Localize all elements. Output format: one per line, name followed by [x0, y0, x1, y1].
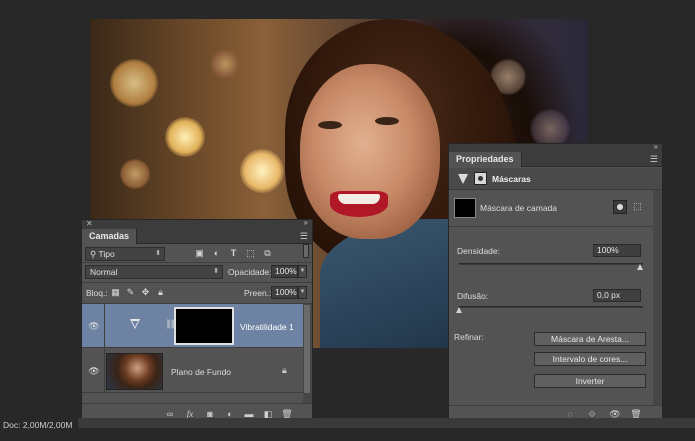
fill-dropdown-icon[interactable]: ▼: [298, 286, 307, 299]
panel-menu-icon[interactable]: ☰: [650, 154, 658, 165]
properties-scrollbar[interactable]: [653, 190, 662, 408]
panel-title-bar[interactable]: ✕ »: [82, 218, 312, 229]
refine-label: Refinar:: [454, 332, 484, 342]
properties-title: Máscaras: [492, 174, 531, 184]
close-icon[interactable]: ✕: [86, 219, 93, 229]
divider: [104, 304, 105, 347]
tab-bar: Propriedades ☰: [449, 152, 662, 167]
smart-object-filter-icon[interactable]: ⧉: [262, 248, 273, 259]
feather-slider-thumb[interactable]: [456, 307, 462, 313]
scrollbar-thumb[interactable]: [304, 305, 310, 393]
properties-header: Máscaras: [449, 168, 662, 190]
layer-name[interactable]: Plano de Fundo: [171, 367, 231, 377]
document-size-status: Doc: 2,00M/2,00M: [3, 420, 73, 430]
vector-mask-icon[interactable]: ⬚: [632, 201, 643, 212]
divider: [82, 262, 312, 263]
density-slider[interactable]: [459, 263, 643, 265]
mask-icon: [474, 172, 487, 185]
tab-bar: Camadas ☰: [82, 229, 312, 244]
bokeh-light: [210, 49, 240, 79]
layer-thumbnail[interactable]: [106, 353, 163, 390]
collapse-icon[interactable]: »: [654, 142, 658, 151]
mask-label: Máscara de camada: [480, 203, 558, 213]
horizontal-scrollbar[interactable]: [78, 418, 695, 428]
tab-layers[interactable]: Camadas: [82, 229, 138, 244]
lock-brush-icon[interactable]: ✎: [125, 287, 136, 298]
bokeh-light: [165, 117, 205, 157]
properties-panel: » Propriedades ☰ Máscaras Máscara de cam…: [448, 142, 663, 423]
pixel-mask-button[interactable]: [613, 200, 627, 214]
layer-row[interactable]: 👁︎ Plano de Fundo 🔒︎: [82, 349, 303, 393]
bokeh-light: [240, 149, 284, 193]
panel-menu-icon[interactable]: ☰: [300, 231, 308, 242]
layer-mask-thumbnail[interactable]: [174, 307, 234, 345]
panel-title-bar[interactable]: »: [449, 142, 662, 152]
layer-row[interactable]: 👁︎ ⛓︎ Vibratilidade 1: [82, 304, 303, 348]
bokeh-light: [110, 59, 158, 107]
divider: [82, 282, 312, 283]
subject-eye: [318, 121, 342, 129]
bokeh-light: [120, 159, 150, 189]
density-label: Densidade:: [457, 246, 501, 256]
lock-icon: 🔒︎: [282, 365, 287, 375]
collapse-icon[interactable]: »: [304, 218, 308, 227]
filter-value: Tipo: [98, 249, 115, 259]
layers-scrollbar[interactable]: [303, 304, 312, 405]
vibrance-adjustment-icon: [458, 174, 468, 184]
shape-filter-icon[interactable]: ⬚: [245, 248, 256, 259]
filter-toggle-switch[interactable]: [303, 244, 309, 258]
tab-properties[interactable]: Propriedades: [449, 152, 522, 167]
fill-field[interactable]: 100%: [271, 286, 298, 299]
layer-name[interactable]: Vibratilidade 1: [240, 322, 294, 332]
fill-label: Preen.:: [244, 288, 272, 298]
color-range-button[interactable]: Intervalo de cores...: [534, 352, 646, 366]
adjustment-filter-icon[interactable]: ◐: [211, 248, 222, 259]
subject-eye: [375, 117, 399, 125]
density-slider-thumb[interactable]: [637, 264, 643, 270]
search-icon: ⚲: [90, 249, 97, 259]
dropdown-arrow-icon: ⬍: [213, 268, 219, 275]
lock-transparent-icon[interactable]: ▦: [110, 287, 121, 298]
lock-move-icon[interactable]: ✥: [140, 287, 151, 298]
blend-mode-value: Normal: [90, 267, 118, 277]
opacity-label: Opacidade:: [228, 267, 272, 277]
layer-filter-select[interactable]: ⚲ Tipo ⬍: [85, 247, 165, 261]
visibility-eye-icon[interactable]: 👁︎: [88, 321, 100, 331]
mask-edge-button[interactable]: Máscara de Aresta...: [534, 332, 646, 346]
feather-slider[interactable]: [459, 306, 643, 308]
lock-all-icon[interactable]: 🔒︎: [155, 287, 166, 298]
lock-label: Bloq.:: [86, 288, 108, 298]
vibrance-adjustment-icon-inner: [132, 321, 138, 327]
type-filter-icon[interactable]: T: [228, 248, 239, 259]
opacity-field[interactable]: 100%: [271, 265, 298, 278]
mask-thumbnail[interactable]: [454, 198, 476, 218]
image-filter-icon[interactable]: ▣: [194, 248, 205, 259]
divider: [104, 349, 105, 392]
visibility-eye-icon[interactable]: 👁︎: [88, 366, 100, 376]
blend-mode-select[interactable]: Normal ⬍: [85, 265, 223, 279]
feather-label: Difusão:: [457, 291, 489, 301]
density-field[interactable]: 100%: [593, 244, 641, 257]
subject-teeth: [338, 194, 380, 204]
dropdown-arrow-icon: ⬍: [155, 250, 161, 257]
invert-button[interactable]: Inverter: [534, 374, 646, 388]
feather-field[interactable]: 0,0 px: [593, 289, 641, 302]
divider: [449, 226, 662, 227]
opacity-dropdown-icon[interactable]: ▼: [298, 265, 307, 278]
layers-panel: ✕ » Camadas ☰ ⚲ Tipo ⬍ ▣ ◐ T ⬚ ⧉ Normal …: [81, 218, 313, 425]
